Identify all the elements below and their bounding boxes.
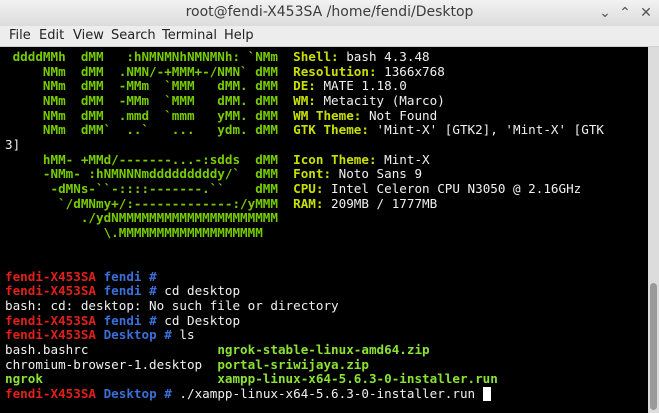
terminal-output[interactable]: ddddMMh dMM :hNMNMNhNMNMNh: `NMm Shell: … bbox=[0, 47, 648, 413]
terminal-text: ./xampp-linux-x64-5.6.3-0-installer.run bbox=[171, 385, 483, 401]
title-bar[interactable]: root@fendi-X453SA /home/fendi/Desktop ⌄ … bbox=[0, 0, 659, 27]
terminal-text: bash.bashrc bbox=[5, 342, 218, 357]
terminal-text: Desktop # bbox=[96, 385, 172, 401]
terminal-text: 1366x768 bbox=[376, 63, 445, 79]
terminal-text: chromium-browser-1.desktop bbox=[5, 356, 218, 372]
terminal-text: bash 4.3.48 bbox=[338, 49, 430, 64]
menu-terminal[interactable]: Terminal bbox=[162, 28, 217, 43]
terminal-text: Not Found bbox=[361, 107, 438, 123]
terminal-text: portal-sriwijaya.zip bbox=[217, 356, 369, 372]
close-icon[interactable]: ✕ bbox=[637, 4, 655, 22]
terminal-text: Font: bbox=[293, 166, 332, 182]
terminal-text: fendi-X453SA bbox=[5, 312, 96, 328]
terminal-text: ngrok bbox=[5, 371, 43, 387]
terminal-text: NMm dMM .NMN/-+MMM+-/NMN` dMM bbox=[5, 63, 294, 79]
terminal-text: fendi-X453SA bbox=[5, 385, 96, 401]
scrollbar-thumb[interactable] bbox=[650, 283, 657, 410]
terminal-text: NMm dMM -MMm `MMM dMM. dMM bbox=[5, 92, 294, 108]
window-title: root@fendi-X453SA /home/fendi/Desktop bbox=[185, 4, 474, 20]
terminal-text: WM Theme: bbox=[293, 107, 362, 123]
terminal-text: MATE 1.18.0 bbox=[315, 78, 407, 94]
scrollbar[interactable] bbox=[648, 47, 659, 413]
terminal-text: DE: bbox=[293, 78, 316, 94]
menu-help[interactable]: Help bbox=[224, 28, 254, 43]
terminal-text: -dMNs-``-::::-------.`` dMM bbox=[5, 180, 294, 196]
text-cursor bbox=[482, 386, 491, 401]
terminal-text: Mint-X bbox=[376, 151, 430, 167]
terminal-text: ngrok-stable-linux-amd64.zip bbox=[217, 342, 430, 357]
terminal-line: NMm dMM` ..` ... ydm. dMM GTK Theme: 'Mi… bbox=[5, 122, 604, 138]
terminal-text: 3] bbox=[5, 136, 21, 152]
terminal-text: ./ydNMMMMMMMMMMMMMMMMMMMMM bbox=[5, 210, 278, 226]
terminal-text: fendi-X453SA bbox=[5, 268, 96, 284]
terminal-text: Metacity (Marco) bbox=[315, 92, 445, 108]
minimize-icon[interactable]: ⌄ bbox=[596, 4, 614, 22]
terminal-text: fendi # bbox=[96, 312, 157, 328]
terminal-text: fendi-X453SA bbox=[5, 283, 96, 299]
terminal-text: fendi-X453SA bbox=[5, 327, 96, 343]
terminal-text: Shell: bbox=[293, 49, 339, 64]
terminal-text: Desktop # bbox=[96, 327, 172, 343]
terminal-text: NMm dMM` ..` ... ydm. dMM bbox=[5, 122, 294, 138]
terminal-text: 'Mint-X' [GTK2], 'Mint-X' [GTK bbox=[368, 122, 604, 138]
terminal-text: Noto Sans 9 bbox=[331, 166, 423, 182]
terminal-text: GTK Theme: bbox=[293, 122, 369, 138]
terminal-text: -NMm- :hNMNNNmdddddddddy/` dMM bbox=[5, 166, 294, 182]
terminal-text: NMm dMM .mmd `mmm yMM. dMM bbox=[5, 107, 294, 123]
terminal-text: WM: bbox=[293, 92, 316, 108]
terminal-text: xampp-linux-x64-5.6.3-0-installer.run bbox=[217, 371, 498, 387]
terminal-line: fendi-X453SA Desktop # ./xampp-linux-x64… bbox=[5, 385, 491, 402]
terminal-text: cd desktop bbox=[156, 283, 241, 299]
maximize-icon[interactable]: ⌃ bbox=[616, 4, 634, 22]
menu-edit[interactable]: Edit bbox=[39, 28, 64, 43]
terminal-text: fendi # bbox=[96, 268, 157, 284]
menu-search[interactable]: Search bbox=[111, 28, 156, 43]
terminal-text: RAM: bbox=[293, 195, 324, 211]
terminal-text: fendi # bbox=[96, 283, 157, 299]
terminal-text: ls bbox=[171, 327, 195, 343]
terminal-text: 209MB / 1777MB bbox=[323, 195, 438, 211]
terminal-text: `/dMNmy+/:-------------:/yMMM bbox=[5, 195, 294, 211]
terminal-text: cd Desktop bbox=[156, 312, 241, 328]
terminal-line: \.MMMMMMMMMMMMMMMMMMM bbox=[5, 224, 263, 241]
terminal-text: NMm dMM -MMm `MMM dMM. dMM bbox=[5, 78, 294, 94]
terminal-text: ddddMMh dMM :hNMNMNhNMNMNh: `NMm bbox=[5, 49, 294, 64]
menu-file[interactable]: File bbox=[9, 28, 31, 43]
terminal-window: root@fendi-X453SA /home/fendi/Desktop ⌄ … bbox=[0, 0, 659, 413]
terminal-text: Intel Celeron CPU N3050 @ 2.16GHz bbox=[323, 180, 582, 196]
terminal-text: hMM- +MMd/-------...-:sdds dMM bbox=[5, 151, 294, 167]
terminal-text: \.MMMMMMMMMMMMMMMMMMM bbox=[5, 224, 263, 240]
terminal-text: Icon Theme: bbox=[293, 151, 377, 167]
terminal-text: CPU: bbox=[293, 180, 324, 196]
menu-view[interactable]: View bbox=[73, 28, 104, 43]
terminal-text: Resolution: bbox=[293, 63, 377, 79]
menu-bar: File Edit View Search Terminal Help bbox=[0, 26, 659, 47]
terminal-text: bash: cd: desktop: No such file or direc… bbox=[5, 298, 339, 314]
